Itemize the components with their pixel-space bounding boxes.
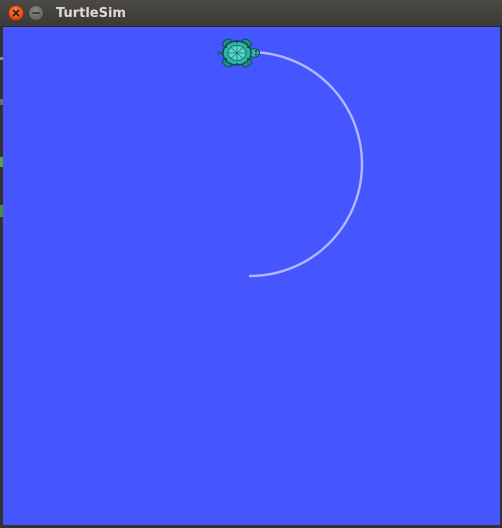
window-title: TurtleSim	[56, 6, 126, 21]
turtle-canvas-svg	[217, 38, 364, 278]
minimize-button[interactable]	[28, 5, 44, 21]
minimize-icon	[32, 12, 40, 14]
close-icon	[12, 9, 20, 17]
close-button[interactable]	[8, 5, 24, 21]
turtle-canvas	[3, 27, 500, 525]
window-titlebar[interactable]: TurtleSim	[0, 0, 502, 27]
pen-trail	[248, 50, 364, 278]
turtlesim-window: TurtleSim	[0, 0, 502, 528]
turtle-icon	[217, 38, 260, 68]
